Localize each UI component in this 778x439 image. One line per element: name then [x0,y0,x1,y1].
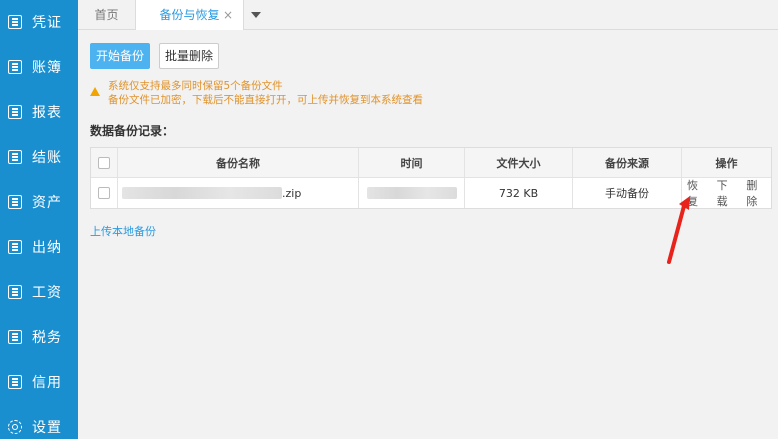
upload-local-backup-link[interactable]: 上传本地备份 [90,223,156,239]
column-header-size: 文件大小 [465,148,573,177]
asset-icon [8,195,22,209]
credit-icon [8,375,22,389]
filename-extension: .zip [282,186,302,200]
sidebar-item-label: 税务 [32,330,62,346]
batch-delete-button[interactable]: 批量删除 [159,43,219,69]
tab-home[interactable]: 首页 [78,0,136,30]
backup-name: .zip [118,187,301,200]
column-header-ops: 操作 [715,156,738,170]
backup-time-cell [359,178,465,208]
sidebar-item-label: 工资 [32,285,62,301]
restore-link[interactable]: 恢复 [687,177,707,209]
sidebar-item-label: 结账 [32,150,62,166]
warning-line: 备份文件已加密，下载后不能直接打开，可上传并恢复到本系统查看 [108,94,423,106]
chevron-down-icon[interactable] [246,0,266,30]
backup-name-cell: .zip [118,178,359,208]
tab-label: 备份与恢复 [159,8,220,22]
sidebar-item-ledger[interactable]: 账簿 [0,45,78,89]
column-header-time: 时间 [359,148,465,177]
backup-table: 备份名称 时间 文件大小 备份来源 操作 .zip 732 KB 手动备份 恢复 [90,147,772,209]
report-icon [8,105,22,119]
main-content: 开始备份 批量删除 系统仅支持最多同时保留5个备份文件 备份文件已加密，下载后不… [78,31,778,439]
sidebar-item-settings[interactable]: 设置 [0,405,78,439]
sidebar-item-checkout[interactable]: 结账 [0,135,78,179]
tab-backup-restore[interactable]: 备份与恢复 × [136,0,244,30]
voucher-icon [8,15,22,29]
sidebar-item-label: 设置 [32,420,62,436]
table-row: .zip 732 KB 手动备份 恢复 下载 删除 [91,178,771,208]
row-actions: 恢复 下载 删除 [682,178,771,208]
tax-icon [8,330,22,344]
warning-icon [90,87,100,96]
row-checkbox-cell [91,178,118,208]
redacted-time [366,187,457,199]
close-icon[interactable]: × [223,0,233,30]
ledger-icon [8,60,22,74]
tab-bar: 首页 备份与恢复 × [78,0,778,30]
warning-line: 系统仅支持最多同时保留5个备份文件 [108,80,283,92]
gear-icon [8,420,22,434]
header-checkbox-cell [91,148,118,177]
sidebar-item-label: 出纳 [32,240,62,256]
sidebar-item-label: 报表 [32,105,62,121]
sidebar-item-label: 凭证 [32,15,62,31]
sidebar-item-asset[interactable]: 资产 [0,180,78,224]
salary-icon [8,285,22,299]
warning-notice: 系统仅支持最多同时保留5个备份文件 备份文件已加密，下载后不能直接打开，可上传并… [90,79,490,107]
delete-link[interactable]: 删除 [746,177,766,209]
sidebar-item-tax[interactable]: 税务 [0,315,78,359]
select-all-checkbox[interactable] [98,156,110,169]
file-size: 732 KB [465,178,573,208]
backup-source: 手动备份 [573,178,682,208]
sidebar-item-label: 账簿 [32,60,62,76]
start-backup-button[interactable]: 开始备份 [90,43,150,69]
section-title: 数据备份记录： [90,124,175,138]
sidebar-item-report[interactable]: 报表 [0,90,78,134]
sidebar-item-salary[interactable]: 工资 [0,270,78,314]
sidebar: 凭证 账簿 报表 结账 资产 出纳 工资 税务 信用 设置 [0,0,78,439]
sidebar-item-voucher[interactable]: 凭证 [0,0,78,44]
row-checkbox[interactable] [98,187,110,199]
column-header-source: 备份来源 [573,148,682,177]
sidebar-item-label: 信用 [32,375,62,391]
table-header-row: 备份名称 时间 文件大小 备份来源 操作 [91,148,771,178]
cashier-icon [8,240,22,254]
redacted-filename [122,187,282,199]
download-link[interactable]: 下载 [717,177,737,209]
column-header-name: 备份名称 [118,148,359,177]
sidebar-item-label: 资产 [32,195,62,211]
checkout-icon [8,150,22,164]
sidebar-item-credit[interactable]: 信用 [0,360,78,404]
sidebar-item-cashier[interactable]: 出纳 [0,225,78,269]
